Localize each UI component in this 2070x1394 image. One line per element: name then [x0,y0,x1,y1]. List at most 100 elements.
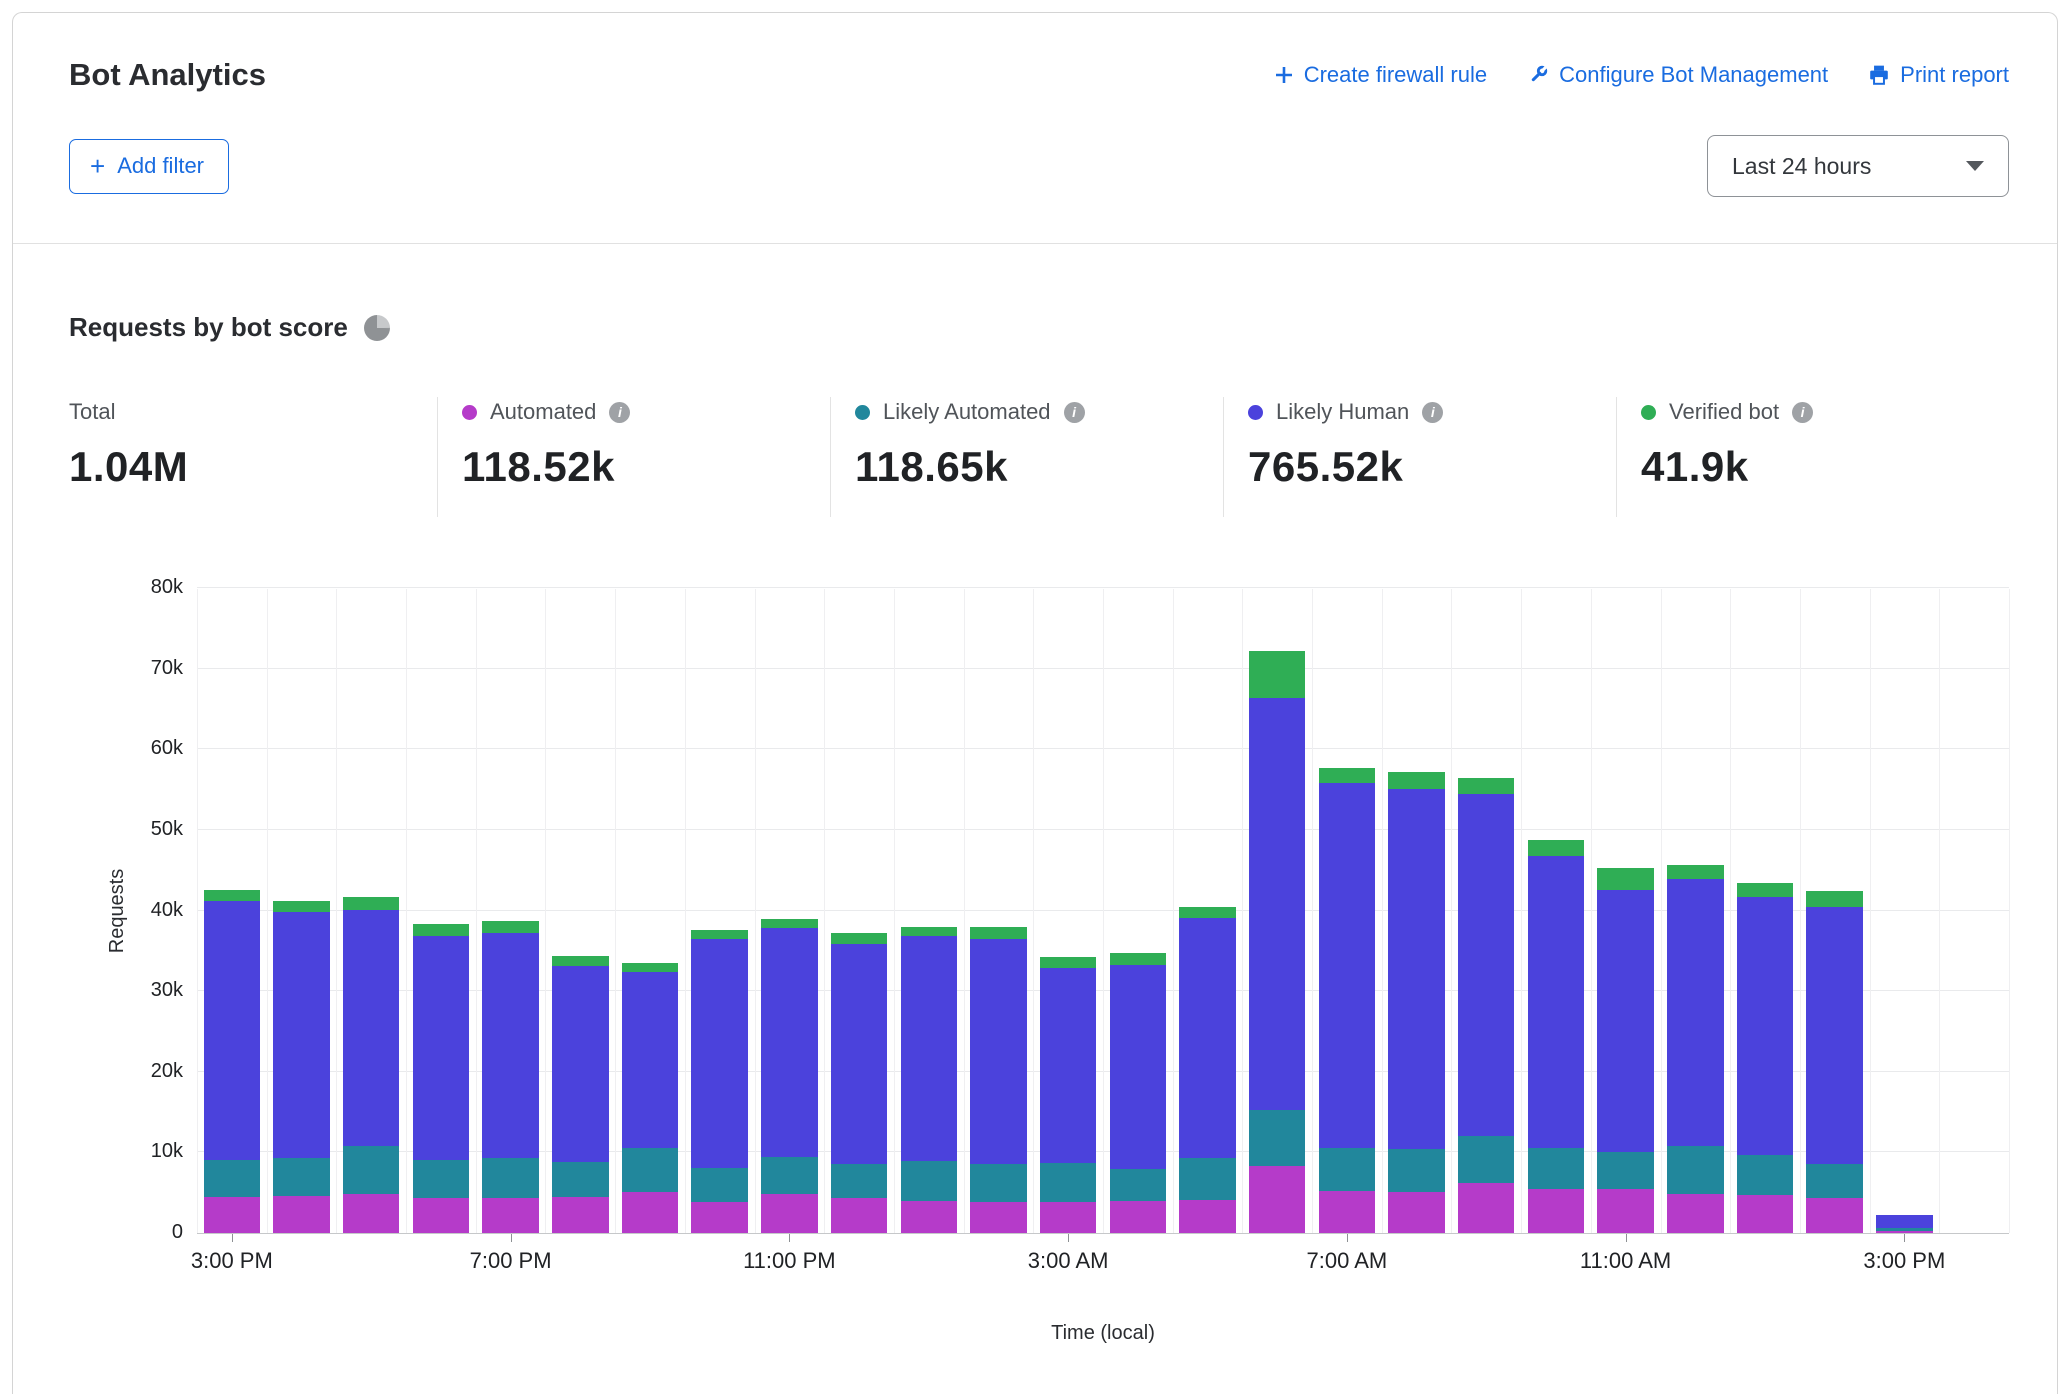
bar[interactable] [413,924,469,1233]
bar-segment-likely-automated [552,1162,608,1197]
bar-segment-likely-automated [343,1146,399,1194]
bar-segment-verified-bot [343,897,399,910]
bar[interactable] [1806,891,1862,1233]
y-tick-label: 0 [119,1221,183,1244]
bar-segment-verified-bot [1458,778,1514,793]
bar-slot [1033,589,1103,1233]
printer-icon [1868,64,1890,86]
x-axis-slot [336,1234,406,1280]
bar-segment-automated [1667,1194,1723,1233]
bar[interactable] [1528,840,1584,1233]
bar[interactable] [273,901,329,1233]
bar[interactable] [482,921,538,1233]
automated-legend-dot [462,405,477,420]
y-tick-label: 20k [119,1060,183,1083]
add-filter-button[interactable]: + Add filter [69,139,229,194]
x-axis-slot: 3:00 PM [197,1234,267,1280]
x-axis-slot [1939,1234,2009,1280]
configure-bot-management-label: Configure Bot Management [1559,62,1828,88]
time-range-select[interactable]: Last 24 hours [1707,135,2009,197]
bar-segment-verified-bot [273,901,329,912]
bar[interactable] [1597,868,1653,1233]
x-axis-slot: 3:00 PM [1870,1234,1940,1280]
y-tick-label: 80k [119,576,183,599]
bar[interactable] [1737,883,1793,1233]
bar-segment-likely-human [1737,897,1793,1155]
bar[interactable] [1110,953,1166,1233]
x-axis-slot [964,1234,1034,1280]
bar-slot [545,589,615,1233]
gridline-v [2009,589,2010,1233]
bar-segment-automated [901,1201,957,1233]
bar-segment-automated [413,1198,469,1233]
info-icon[interactable]: i [609,402,630,423]
bar[interactable] [1249,651,1305,1233]
bar[interactable] [761,919,817,1233]
bar[interactable] [970,927,1026,1233]
print-report-label: Print report [1900,62,2009,88]
bar-slot [267,589,337,1233]
bar-segment-likely-human [413,936,469,1159]
x-axis-slot [1103,1234,1173,1280]
bar[interactable] [552,956,608,1233]
bar[interactable] [204,890,260,1233]
create-firewall-rule-label: Create firewall rule [1304,62,1487,88]
bar[interactable] [1458,778,1514,1233]
bar-segment-likely-automated [761,1157,817,1193]
bar[interactable] [343,897,399,1233]
configure-bot-management-link[interactable]: Configure Bot Management [1527,62,1828,88]
bar-slot [685,589,755,1233]
print-report-link[interactable]: Print report [1868,62,2009,88]
bar-segment-likely-automated [1528,1148,1584,1188]
bar-segment-likely-human [1667,879,1723,1146]
bar-segment-verified-bot [482,921,538,933]
verified-bot-legend-dot [1641,405,1656,420]
bar-slot [964,589,1034,1233]
bar-segment-automated [482,1198,538,1233]
card-body: Requests by bot score Total 1.04M Automa… [13,244,2057,1345]
bar[interactable] [831,933,887,1233]
bar-segment-likely-automated [482,1158,538,1198]
bar-slot [336,589,406,1233]
info-icon[interactable]: i [1422,402,1443,423]
x-axis-slot [1451,1234,1521,1280]
create-firewall-rule-link[interactable]: Create firewall rule [1274,62,1487,88]
bar-segment-verified-bot [1806,891,1862,907]
bar[interactable] [1876,1215,1932,1234]
info-icon[interactable]: i [1792,402,1813,423]
bar-segment-verified-bot [1667,865,1723,879]
bar[interactable] [901,927,957,1233]
bar[interactable] [1179,907,1235,1234]
bar[interactable] [1388,772,1444,1233]
stat-likely-automated-value: 118.65k [855,443,1223,491]
bar-segment-likely-automated [691,1168,747,1202]
stat-likely-human-label: Likely Human [1276,399,1409,425]
bar-segment-verified-bot [1179,907,1235,918]
stat-verified-bot-value: 41.9k [1641,443,2009,491]
bar-segment-automated [204,1197,260,1233]
x-tick-label: 7:00 AM [1306,1248,1387,1274]
info-icon[interactable]: i [1064,402,1085,423]
bar[interactable] [691,930,747,1233]
bar[interactable] [622,963,678,1233]
bar-segment-likely-human [831,944,887,1164]
bar-segment-likely-automated [901,1161,957,1201]
x-tick-mark [511,1234,512,1242]
bar-slot [824,589,894,1233]
stat-automated: Automated i 118.52k [437,397,830,517]
bar-segment-verified-bot [1249,651,1305,699]
bar-segment-likely-human [552,966,608,1162]
stat-likely-human: Likely Human i 765.52k [1223,397,1616,517]
y-tick-label: 30k [119,979,183,1002]
bar[interactable] [1319,768,1375,1233]
bar[interactable] [1667,865,1723,1233]
bar-segment-likely-automated [1319,1148,1375,1191]
bar-slot [755,589,825,1233]
x-axis-title: Time (local) [197,1322,2009,1345]
bar-segment-likely-human [1528,856,1584,1148]
bar[interactable] [1040,957,1096,1233]
bar-slot [1382,589,1452,1233]
bar-segment-verified-bot [1040,957,1096,967]
bar-slot [1800,589,1870,1233]
x-axis-slot [1800,1234,1870,1280]
